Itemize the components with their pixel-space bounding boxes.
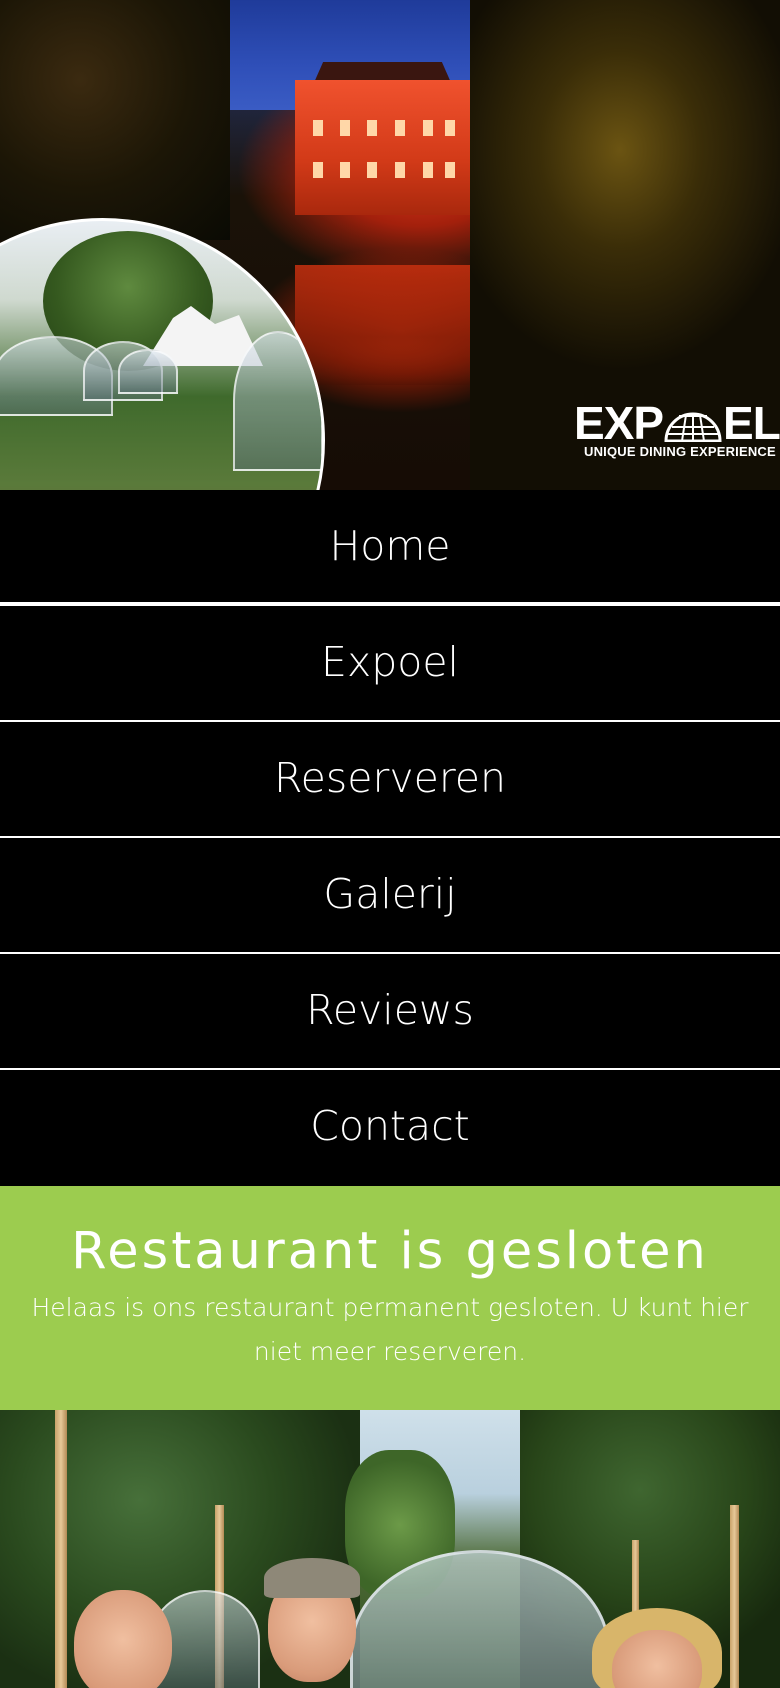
- person-middle: [262, 1558, 362, 1688]
- nav-item-contact[interactable]: Contact: [0, 1070, 780, 1186]
- trees-left: [0, 0, 230, 240]
- logo-text-right: EL: [723, 397, 780, 449]
- logo-tagline: UNIQUE DINING EXPERIENCE: [584, 444, 776, 459]
- dome-garden-photo: [0, 218, 325, 490]
- hero-banner: EXP EL UNIQUE DINING EXPERIENCE: [0, 0, 780, 490]
- logo-text-left: EXP: [574, 397, 664, 449]
- main-navigation: Home Expoel Reserveren Galerij Reviews C…: [0, 490, 780, 1186]
- nav-item-home[interactable]: Home: [0, 490, 780, 606]
- dome-icon: [664, 412, 722, 442]
- person-right: [592, 1608, 722, 1688]
- team-photo: [0, 1410, 780, 1688]
- nav-item-reserveren[interactable]: Reserveren: [0, 722, 780, 838]
- notice-message: Helaas is ons restaurant permanent geslo…: [31, 1293, 749, 1366]
- closed-notice: Restaurant is gesloten Helaas is ons res…: [0, 1186, 780, 1410]
- notice-title: Restaurant is gesloten: [71, 1222, 709, 1281]
- nav-item-galerij[interactable]: Galerij: [0, 838, 780, 954]
- expoel-logo[interactable]: EXP EL UNIQUE DINING EXPERIENCE: [574, 400, 780, 462]
- person-left: [70, 1590, 180, 1688]
- nav-item-reviews[interactable]: Reviews: [0, 954, 780, 1070]
- illuminated-chateau: [295, 80, 470, 215]
- nav-item-expoel[interactable]: Expoel: [0, 606, 780, 722]
- pond-reflection: [295, 265, 470, 385]
